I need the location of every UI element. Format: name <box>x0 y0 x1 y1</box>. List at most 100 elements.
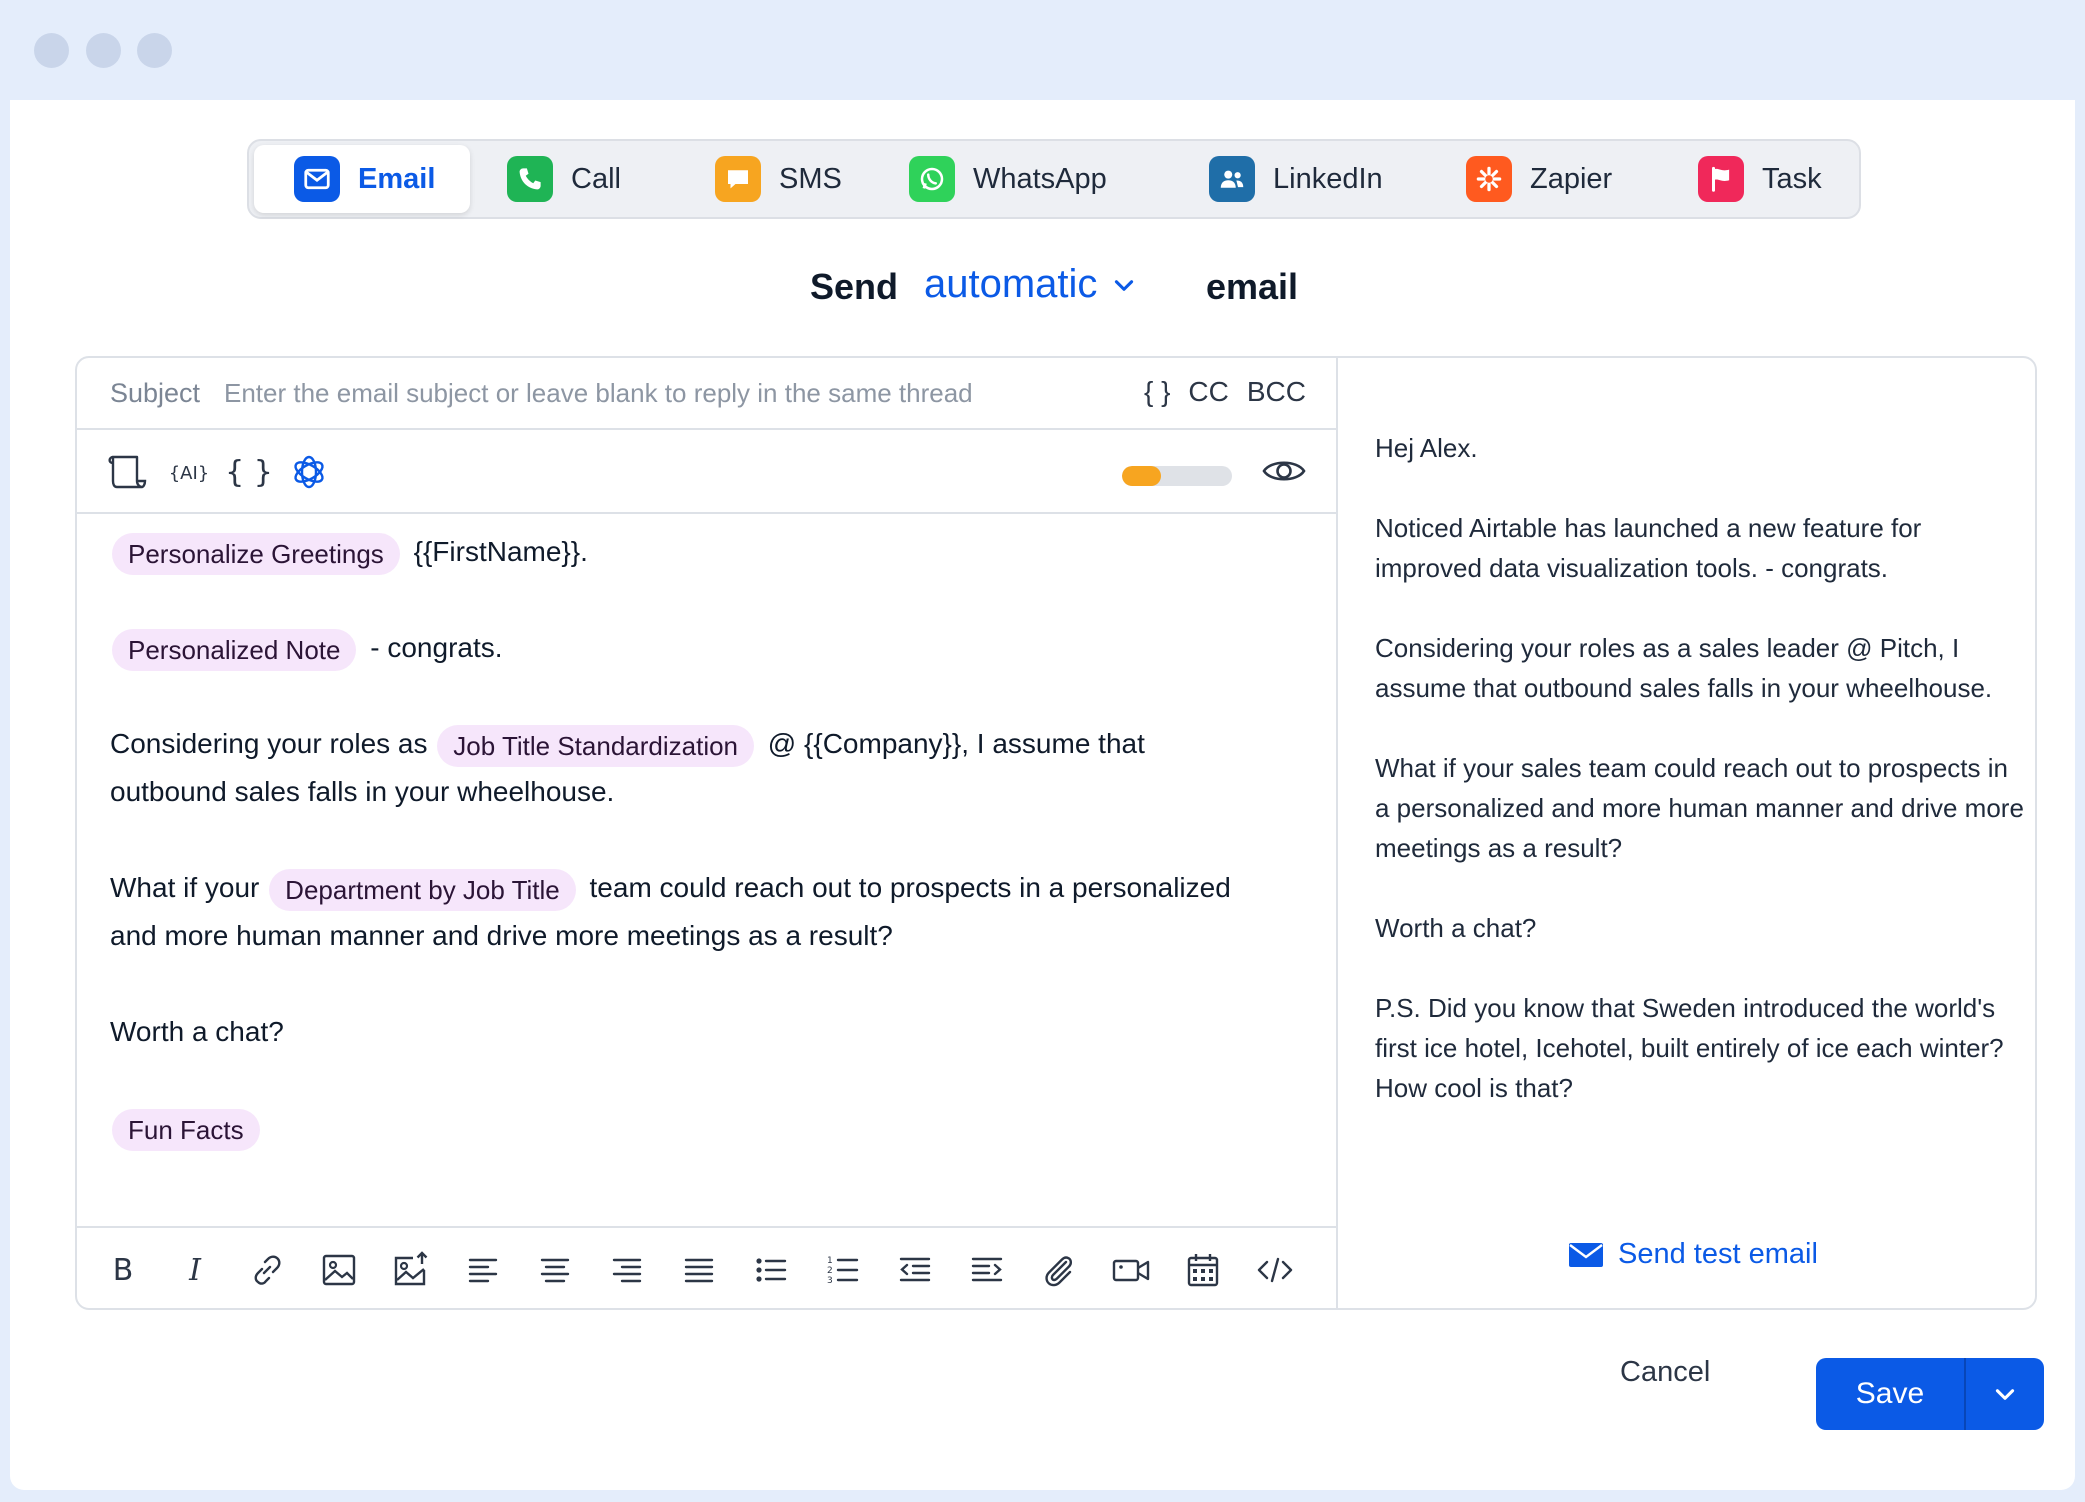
mail-icon <box>294 156 340 202</box>
align-center-icon[interactable] <box>535 1250 575 1290</box>
tab-call[interactable]: Call <box>507 145 621 213</box>
preview-paragraph: Considering your roles as a sales leader… <box>1375 633 1993 703</box>
send-prefix: Send <box>810 266 899 307</box>
send-test-email-button[interactable]: Send test email <box>1568 1238 1818 1271</box>
image-upload-icon[interactable] <box>391 1250 431 1290</box>
body-text: @ {{Company}}, I assume that <box>767 728 1145 759</box>
tab-task[interactable]: Task <box>1698 145 1822 213</box>
body-text: - congrats. <box>370 632 503 663</box>
save-options-button[interactable] <box>1966 1381 2044 1407</box>
variable-chip[interactable]: Fun Facts <box>112 1108 260 1151</box>
body-text: What if your <box>110 872 260 903</box>
send-mode-dropdown[interactable]: automatic <box>924 262 1137 307</box>
tab-label: WhatsApp <box>973 162 1107 195</box>
users-icon <box>1209 156 1255 202</box>
code-icon[interactable] <box>1255 1250 1295 1290</box>
window-dot-minimize[interactable] <box>86 33 121 68</box>
tab-label: Email <box>358 162 436 195</box>
bullet-list-icon[interactable] <box>751 1250 791 1290</box>
variable-chip[interactable]: Personalize Greetings <box>112 532 400 575</box>
openai-icon[interactable] <box>287 451 331 493</box>
tab-zapier[interactable]: Zapier <box>1466 145 1612 213</box>
outdent-icon[interactable] <box>895 1250 935 1290</box>
svg-text:{AI}: {AI} <box>169 463 210 484</box>
svg-text:2: 2 <box>827 1266 833 1276</box>
save-button-group: Save <box>1816 1358 2044 1430</box>
bcc-button[interactable]: BCC <box>1247 376 1306 408</box>
editor-toolbar-top: {AI} { } <box>77 430 1336 514</box>
channel-tabs: Email Call SMS WhatsApp LinkedIn Zapier … <box>247 139 1861 219</box>
preview-text: Hej Alex. Noticed Airtable has launched … <box>1375 428 2025 1148</box>
send-suffix: email <box>1206 266 1299 307</box>
indent-icon[interactable] <box>967 1250 1007 1290</box>
subject-variables-button[interactable]: { } <box>1144 376 1170 408</box>
tab-sms[interactable]: SMS <box>715 145 842 213</box>
flag-icon <box>1698 156 1744 202</box>
mail-icon <box>1569 1242 1603 1267</box>
preview-paragraph: Worth a chat? <box>1375 913 1537 943</box>
ai-variable-icon[interactable]: {AI} <box>167 451 211 493</box>
svg-text:3: 3 <box>827 1276 833 1286</box>
subject-input[interactable] <box>224 372 1124 414</box>
tab-whatsapp[interactable]: WhatsApp <box>909 145 1107 213</box>
body-text: and more human manner and drive more mee… <box>110 920 893 951</box>
chevron-down-icon <box>1115 279 1134 291</box>
svg-text:{ }: { } <box>227 455 271 490</box>
body-paragraph: Worth a chat? <box>110 1008 284 1056</box>
subject-label: Subject <box>110 378 201 408</box>
body-paragraph: What if your Department by Job Title tea… <box>110 864 1231 912</box>
variable-chip[interactable]: Department by Job Title <box>269 868 576 911</box>
body-text: outbound sales falls in your wheelhouse. <box>110 776 615 807</box>
variable-chip[interactable]: Personalized Note <box>112 628 357 671</box>
send-mode-line: Send automatic email <box>10 262 2075 322</box>
bold-icon[interactable]: B <box>103 1250 143 1290</box>
body-text: Worth a chat? <box>110 1016 284 1047</box>
formatting-toolbar: B I 1 2 3 <box>77 1226 1336 1310</box>
body-text: Considering your roles as <box>110 728 428 759</box>
tab-email[interactable]: Email <box>254 145 470 213</box>
numbered-list-icon[interactable]: 123 <box>823 1250 863 1290</box>
body-paragraph: Considering your roles as Job Title Stan… <box>110 720 1145 768</box>
preview-paragraph: What if your sales team could reach out … <box>1375 753 2024 863</box>
image-icon[interactable] <box>319 1250 359 1290</box>
cc-button[interactable]: CC <box>1188 376 1228 408</box>
align-justify-icon[interactable] <box>679 1250 719 1290</box>
body-text: team could reach out to prospects in a p… <box>589 872 1231 903</box>
window-dot-maximize[interactable] <box>137 33 172 68</box>
step-editor-window: Email Call SMS WhatsApp LinkedIn Zapier … <box>10 100 2075 1490</box>
send-mode-value: automatic <box>924 262 1098 306</box>
variable-chip[interactable]: Job Title Standardization <box>437 724 755 767</box>
subject-row: Subject { } CC BCC <box>77 358 1336 430</box>
body-paragraph: Personalized Note - congrats. <box>110 624 503 672</box>
quality-meter-fill <box>1122 466 1161 486</box>
tab-label: LinkedIn <box>1273 162 1383 195</box>
italic-icon[interactable]: I <box>175 1250 215 1290</box>
chevron-down-icon <box>1995 1389 2015 1400</box>
cancel-button[interactable]: Cancel <box>1620 1356 1710 1389</box>
phone-icon <box>507 156 553 202</box>
align-left-icon[interactable] <box>463 1250 503 1290</box>
variables-icon[interactable]: { } <box>227 451 271 493</box>
quality-meter <box>1122 466 1232 486</box>
email-editor-card: Subject { } CC BCC {AI} { } <box>75 356 2037 1310</box>
body-paragraph: Personalize Greetings {{FirstName}}. <box>110 528 588 576</box>
align-right-icon[interactable] <box>607 1250 647 1290</box>
calendar-icon[interactable] <box>1183 1250 1223 1290</box>
tab-linkedin[interactable]: LinkedIn <box>1209 145 1383 213</box>
eye-icon[interactable] <box>1261 450 1307 492</box>
subject-actions: { } CC BCC <box>1126 376 1306 408</box>
svg-text:1: 1 <box>827 1256 833 1266</box>
send-test-email-label: Send test email <box>1618 1238 1818 1270</box>
preview-paragraph: Noticed Airtable has launched a new feat… <box>1375 513 1922 583</box>
email-editor: Subject { } CC BCC {AI} { } <box>77 358 1338 1310</box>
window-dot-close[interactable] <box>34 33 69 68</box>
attachment-icon[interactable] <box>1039 1250 1079 1290</box>
svg-text:I: I <box>188 1253 202 1288</box>
template-scroll-icon[interactable] <box>105 451 149 493</box>
tab-label: Task <box>1762 162 1822 195</box>
save-button[interactable]: Save <box>1816 1377 1964 1411</box>
zapier-icon <box>1466 156 1512 202</box>
video-icon[interactable] <box>1111 1250 1151 1290</box>
link-icon[interactable] <box>247 1250 287 1290</box>
tab-label: SMS <box>779 162 842 195</box>
